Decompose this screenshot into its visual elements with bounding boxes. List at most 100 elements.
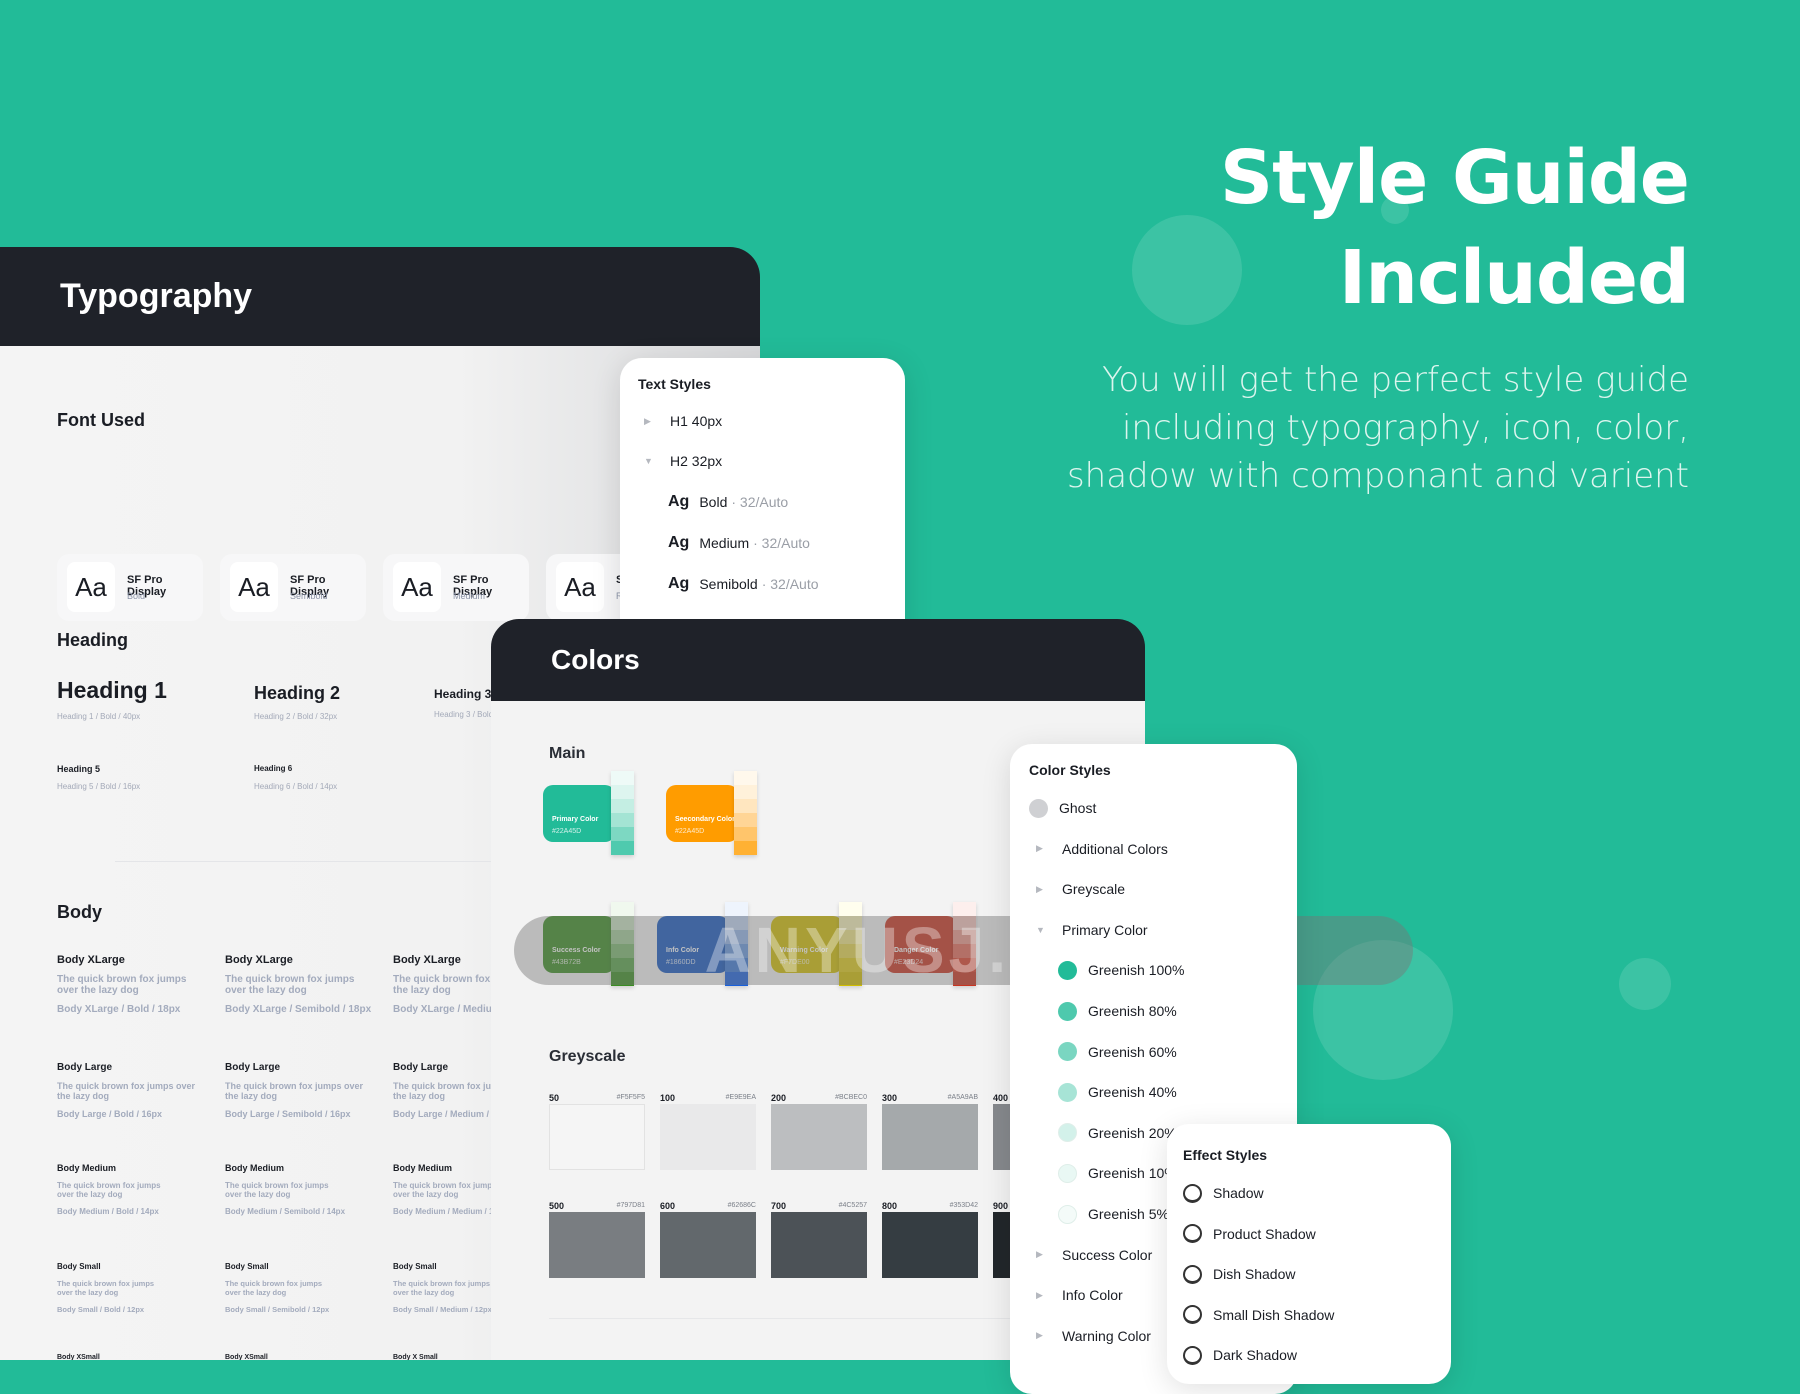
color-swatch[interactable]: Primary Color #22A45D xyxy=(543,771,635,857)
tint-step xyxy=(953,972,976,986)
color-style-item[interactable]: ▶ Success Color xyxy=(1036,1245,1152,1265)
tint-step xyxy=(734,841,757,855)
effect-style-item[interactable]: Small Dish Shadow xyxy=(1183,1305,1334,1325)
tint-step xyxy=(839,916,862,930)
tint-step xyxy=(725,902,748,916)
swatch-name: Info Color xyxy=(666,947,700,954)
caret-down-icon: ▼ xyxy=(644,456,653,466)
grey-tile[interactable] xyxy=(882,1104,978,1170)
color-swatch[interactable]: Info Color #1860DD xyxy=(657,902,749,988)
body-style-sample: Body Small The quick brown fox jumps over… xyxy=(57,1262,217,1314)
tint-step xyxy=(725,944,748,958)
shadow-icon xyxy=(1183,1183,1202,1203)
grey-tile[interactable] xyxy=(549,1104,645,1170)
heading-2-sample: Heading 2 xyxy=(254,683,341,703)
grey-step: 400 xyxy=(993,1093,1009,1103)
heading-meta: Heading 6 / Bold / 14px xyxy=(254,782,338,791)
grey-tile[interactable] xyxy=(771,1104,867,1170)
tint-strip xyxy=(953,902,976,986)
swatch-card: Success Color #43B72B xyxy=(543,916,615,973)
color-swatch[interactable]: Warning Color #F7DE00 xyxy=(771,902,863,988)
shadow-icon xyxy=(1183,1345,1202,1365)
effect-style-item[interactable]: Shadow xyxy=(1183,1183,1264,1203)
color-swatch[interactable]: Seecondary Color #22A45D xyxy=(666,771,758,857)
text-style-variant[interactable]: Ag Bold · 32/Auto xyxy=(668,492,788,512)
variant-spec: · 32/Auto xyxy=(753,535,810,551)
heading-meta: Heading 2 / Bold / 32px xyxy=(254,712,338,721)
font-sample: Aa xyxy=(230,562,278,612)
grey-hex: #BCBEC0 xyxy=(835,1094,867,1101)
color-style-item[interactable]: Greenish 80% xyxy=(1058,1001,1177,1021)
tint-step xyxy=(611,902,634,916)
color-dot-icon xyxy=(1058,1123,1077,1143)
type-glyph-icon: Ag xyxy=(668,534,690,551)
typography-title: Typography xyxy=(60,277,253,315)
type-glyph-icon: Ag xyxy=(668,575,690,592)
body-style-meta: Body XLarge / Bold / 18px xyxy=(57,1004,181,1015)
color-style-item[interactable]: Greenish 40% xyxy=(1058,1082,1177,1102)
grey-tile[interactable] xyxy=(549,1212,645,1278)
color-swatch[interactable]: Danger Color #E23D24 xyxy=(885,902,977,988)
grey-hex: #62686C xyxy=(727,1202,756,1209)
effect-style-item[interactable]: Dish Shadow xyxy=(1183,1264,1296,1284)
tint-strip xyxy=(611,771,634,855)
body-style-text: The quick brown fox jumps over the lazy … xyxy=(225,1279,323,1297)
body-style-sample: Body Large The quick brown fox jumps over… xyxy=(57,1062,217,1119)
caret-right-icon: ▶ xyxy=(1036,883,1043,894)
color-swatch[interactable]: Success Color #43B72B xyxy=(543,902,635,988)
body-style-title: Body XLarge xyxy=(225,954,293,966)
body-style-title: Body XLarge xyxy=(57,954,125,966)
tint-step xyxy=(725,972,748,986)
tint-step xyxy=(725,958,748,972)
grey-hex: #A5A9AB xyxy=(947,1094,978,1101)
color-style-item[interactable]: Ghost xyxy=(1029,798,1096,818)
body-style-meta: Body Large / Semibold / 16px xyxy=(225,1109,351,1119)
caret-down-icon: ▼ xyxy=(1036,924,1045,935)
color-style-label: Ghost xyxy=(1059,800,1097,816)
color-style-label: Success Color xyxy=(1062,1246,1153,1263)
body-style-text: The quick brown fox jumps over the lazy … xyxy=(393,1279,491,1297)
color-style-item[interactable]: Greenish 20% xyxy=(1058,1123,1177,1143)
tint-step xyxy=(611,930,634,944)
color-style-item[interactable]: Greenish 10% xyxy=(1058,1163,1177,1183)
effect-style-item[interactable]: Dark Shadow xyxy=(1183,1345,1297,1365)
color-style-item[interactable]: ▶ Warning Color xyxy=(1036,1326,1151,1346)
color-style-item[interactable]: Greenish 5% xyxy=(1058,1204,1169,1224)
caret-right-icon: ▶ xyxy=(1036,1289,1043,1300)
grey-tile[interactable] xyxy=(660,1212,756,1278)
swatch-hex: #1860DD xyxy=(666,959,696,966)
grey-tile[interactable] xyxy=(660,1104,756,1170)
text-style-variant[interactable]: Ag Semibold · 32/Auto xyxy=(668,574,819,594)
grey-hex: #797D81 xyxy=(616,1202,645,1209)
color-style-label: Warning Color xyxy=(1062,1327,1151,1344)
color-dot-icon xyxy=(1058,1042,1077,1062)
body-style-sample: Body XLarge The quick brown fox jumps ove… xyxy=(225,954,385,1015)
caret-right-icon: ▶ xyxy=(1036,843,1043,854)
color-style-item[interactable]: Greenish 60% xyxy=(1058,1042,1177,1062)
effect-style-item[interactable]: Product Shadow xyxy=(1183,1224,1316,1244)
body-style-title: Body XSmall xyxy=(57,1354,100,1360)
color-style-item[interactable]: Greenish 100% xyxy=(1058,960,1185,980)
color-style-label: Greenish 60% xyxy=(1088,1043,1177,1060)
color-style-item[interactable]: ▶ Additional Colors xyxy=(1036,839,1168,859)
font-weight: Semibold xyxy=(290,591,328,601)
color-style-item[interactable]: ▶ Info Color xyxy=(1036,1285,1123,1305)
tint-step xyxy=(611,785,634,799)
text-style-variant[interactable]: Ag Medium · 32/Auto xyxy=(668,533,810,553)
color-style-item[interactable]: ▶ Greyscale xyxy=(1036,879,1125,899)
decor-circle xyxy=(1313,940,1453,1080)
body-style-sample: Body Medium The quick brown fox jumps ove… xyxy=(225,1163,385,1216)
tint-strip xyxy=(611,902,634,986)
swatch-card: Warning Color #F7DE00 xyxy=(771,916,843,973)
heading-meta: Heading 1 / Bold / 40px xyxy=(57,712,141,721)
grey-tile[interactable] xyxy=(771,1212,867,1278)
color-style-item[interactable]: ▼ Primary Color xyxy=(1036,920,1148,940)
caret-right-icon: ▶ xyxy=(1036,1249,1043,1260)
text-style-h2[interactable]: ▼ H2 32px xyxy=(644,451,722,471)
grey-tile[interactable] xyxy=(882,1212,978,1278)
hero-subtitle: You will get the perfect style guide incl… xyxy=(1066,360,1689,496)
tint-step xyxy=(611,771,634,785)
text-style-h1[interactable]: ▶ H1 40px xyxy=(644,411,722,431)
effect-style-label: Dish Shadow xyxy=(1213,1266,1296,1283)
grey-hex: #E9E9EA xyxy=(725,1094,756,1101)
